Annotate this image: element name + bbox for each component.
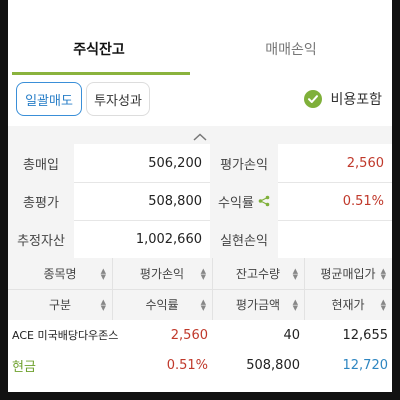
- total-eval-label: 총평가: [8, 182, 74, 220]
- collapse-summary-button[interactable]: [8, 126, 392, 144]
- return-rate-value: 0.51%: [342, 193, 384, 209]
- row-type: 현금: [12, 359, 36, 375]
- active-tab-indicator: [12, 72, 190, 75]
- check-circle-icon: [304, 90, 323, 108]
- col-header-label: 종목명: [43, 267, 77, 281]
- sort-icon: ▲ ▼: [292, 297, 298, 312]
- est-assets-value: 1,002,660: [135, 231, 202, 247]
- tab-trading-pl[interactable]: 매매손익: [190, 22, 392, 76]
- col-header-eval-pl[interactable]: 평가손익 ▲ ▼: [112, 258, 212, 289]
- eval-pl-value: 2,560: [346, 155, 384, 171]
- sort-icon: ▲ ▼: [100, 297, 106, 312]
- return-rate-label-cell: 수익률: [210, 182, 278, 220]
- bulk-sell-button[interactable]: 일괄매도: [16, 82, 82, 116]
- row-eval-pl: 2,560: [170, 327, 208, 343]
- col-header-label: 구분: [48, 298, 72, 312]
- col-header-label: 평가금액: [235, 298, 281, 312]
- col-header-label: 평가손익: [139, 267, 185, 281]
- est-assets-label: 추정자산: [8, 220, 74, 258]
- sort-icon: ▲ ▼: [380, 297, 386, 312]
- sort-icon: ▲ ▼: [200, 266, 206, 281]
- col-header-return-rate[interactable]: 수익률 ▲ ▼: [112, 289, 212, 320]
- include-fees-label: 비용포함: [330, 92, 382, 108]
- col-header-type[interactable]: 구분 ▲ ▼: [8, 289, 112, 320]
- screen-edge-left: [0, 0, 8, 400]
- col-header-eval-amount[interactable]: 평가금액 ▲ ▼: [212, 289, 304, 320]
- table-row[interactable]: 현금 0.51% 508,800 12,720: [8, 350, 392, 380]
- table-row[interactable]: ACE 미국배당다우존스 2,560 40 12,655: [8, 320, 392, 350]
- realized-pl-label: 실현손익: [210, 220, 278, 258]
- share-icon[interactable]: [258, 195, 270, 207]
- col-header-avg-price[interactable]: 평균매입가 ▲ ▼: [304, 258, 392, 289]
- eval-pl-label: 평가손익: [210, 144, 278, 182]
- col-header-label: 잔고수량: [235, 267, 281, 281]
- row-eval-amount: 508,800: [246, 357, 300, 373]
- realized-pl-value: [278, 220, 392, 258]
- row-avg-price: 12,655: [342, 327, 389, 343]
- stock-name: ACE 미국배당다우존스: [12, 329, 119, 342]
- sort-icon: ▲ ▼: [200, 297, 206, 312]
- investment-performance-button[interactable]: 투자성과: [86, 82, 150, 116]
- col-header-stock-name[interactable]: 종목명 ▲ ▼: [8, 258, 112, 289]
- summary-row: 총평가 508,800 수익률 0.51%: [8, 182, 392, 221]
- row-quantity: 40: [283, 327, 300, 343]
- total-purchase-value: 506,200: [148, 155, 202, 171]
- app-screen: 주식잔고 매매손익 일괄매도 투자성과 비용포함 총매입 506,200 평가손…: [0, 0, 400, 400]
- summary-row: 추정자산 1,002,660 실현손익: [8, 220, 392, 259]
- sort-icon: ▲ ▼: [100, 266, 106, 281]
- col-header-label: 수익률: [145, 298, 179, 312]
- include-fees-toggle[interactable]: 비용포함: [304, 82, 382, 116]
- chevron-up-icon: [193, 126, 207, 145]
- sort-icon: ▲ ▼: [380, 266, 386, 281]
- screen-edge-right: [392, 0, 400, 400]
- total-eval-value: 508,800: [148, 193, 202, 209]
- col-header-label: 평균매입가: [320, 267, 376, 281]
- total-purchase-label: 총매입: [8, 144, 74, 182]
- row-current-price: 12,720: [342, 357, 389, 373]
- screen-edge-bottom: [0, 392, 400, 400]
- summary-row: 총매입 506,200 평가손익 2,560: [8, 144, 392, 183]
- return-rate-label: 수익률: [218, 195, 254, 211]
- tab-bar: 주식잔고 매매손익: [8, 22, 392, 76]
- toolbar: 일괄매도 투자성과 비용포함: [8, 82, 392, 118]
- row-return-rate: 0.51%: [166, 357, 208, 373]
- col-header-label: 현재가: [331, 298, 365, 312]
- col-header-quantity[interactable]: 잔고수량 ▲ ▼: [212, 258, 304, 289]
- sort-icon: ▲ ▼: [292, 266, 298, 281]
- holdings-table-header: 종목명 ▲ ▼ 평가손익 ▲ ▼ 잔고수량 ▲ ▼ 평균매입가 ▲ ▼ 구분 ▲ ▼ 수익…: [8, 258, 392, 320]
- col-header-current-price[interactable]: 현재가 ▲ ▼: [304, 289, 392, 320]
- tab-stock-balance[interactable]: 주식잔고: [8, 22, 190, 76]
